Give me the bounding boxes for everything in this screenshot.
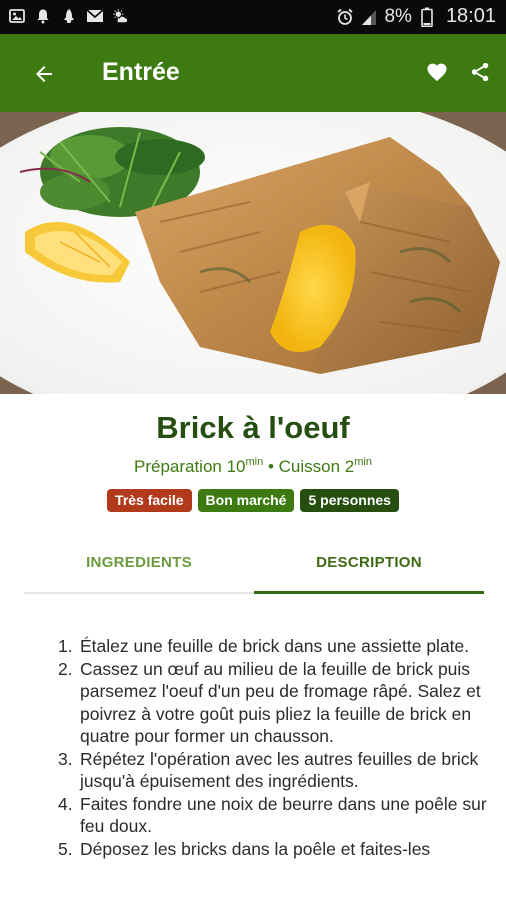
battery-percent: 8% — [384, 5, 412, 27]
page-title: Entrée — [102, 58, 180, 86]
heart-icon — [427, 63, 447, 82]
list-item: 3. Répétez l'opération avec les autres fe… — [44, 748, 490, 793]
step-text: Étalez une feuille de brick dans une ass… — [80, 636, 470, 656]
cook-time: Cuisson 2 — [278, 457, 355, 476]
list-item: 4. Faites fondre une noix de beurre dans … — [44, 793, 490, 838]
prep-time: Préparation 10 — [133, 457, 246, 476]
step-number: 4. — [58, 793, 73, 814]
recipe-badges: Très facile Bon marché 5 personnes — [0, 489, 506, 512]
app-icon — [60, 7, 78, 25]
app-bar: Entrée — [0, 34, 506, 112]
recipe-title: Brick à l'oeuf — [156, 410, 350, 445]
cost-badge: Bon marché — [197, 489, 295, 512]
share-icon — [471, 62, 489, 82]
step-number: 3. — [58, 748, 73, 769]
tab-ingredients[interactable]: INGREDIENTS — [24, 540, 254, 592]
list-item: 2. Cassez un œuf au milieu de la feuille … — [44, 658, 490, 748]
tab-description[interactable]: DESCRIPTION — [254, 540, 484, 594]
step-text: Faites fondre une noix de beurre dans un… — [80, 793, 487, 837]
status-bar-system: 8% 18:01 — [336, 5, 496, 28]
step-text: Cassez un œuf au milieu de la feuille de… — [80, 658, 481, 747]
weather-icon — [112, 7, 130, 25]
step-text: Déposez les bricks dans la poêle et fait… — [80, 838, 431, 859]
notification-bell-icon — [34, 7, 52, 25]
list-item: 1. Étalez une feuille de brick dans une a… — [44, 635, 490, 658]
difficulty-badge: Très facile — [107, 489, 192, 512]
steps-list: 1. Étalez une feuille de brick dans une a… — [44, 635, 490, 860]
times-separator: • — [263, 457, 279, 476]
recipe-photo — [0, 112, 506, 394]
recipe-tabs: INGREDIENTS DESCRIPTION — [24, 540, 484, 594]
back-arrow-icon — [36, 66, 52, 82]
recipe-times: Préparation 10min • Cuisson 2min — [0, 456, 506, 477]
alarm-icon — [336, 7, 354, 27]
list-item: 5. Déposez les bricks dans la poêle et fa… — [44, 838, 490, 861]
signal-icon — [360, 7, 378, 27]
step-number: 2. — [58, 658, 73, 679]
status-time: 18:01 — [445, 5, 496, 27]
status-bar-notifications — [8, 7, 130, 25]
step-number: 1. — [58, 636, 73, 656]
favorite-button[interactable] — [423, 58, 451, 86]
photo-icon — [8, 7, 26, 25]
mail-icon — [86, 7, 104, 25]
status-bar: 8% 18:01 — [0, 0, 506, 34]
cook-unit: min — [354, 456, 372, 468]
servings-badge: 5 personnes — [300, 489, 399, 512]
battery-icon — [418, 7, 436, 27]
step-text: Répétez l'opération avec les autres feui… — [80, 748, 479, 792]
prep-unit: min — [245, 456, 264, 468]
step-number: 5. — [58, 838, 73, 859]
back-button[interactable] — [28, 58, 60, 90]
share-button[interactable] — [466, 58, 494, 86]
